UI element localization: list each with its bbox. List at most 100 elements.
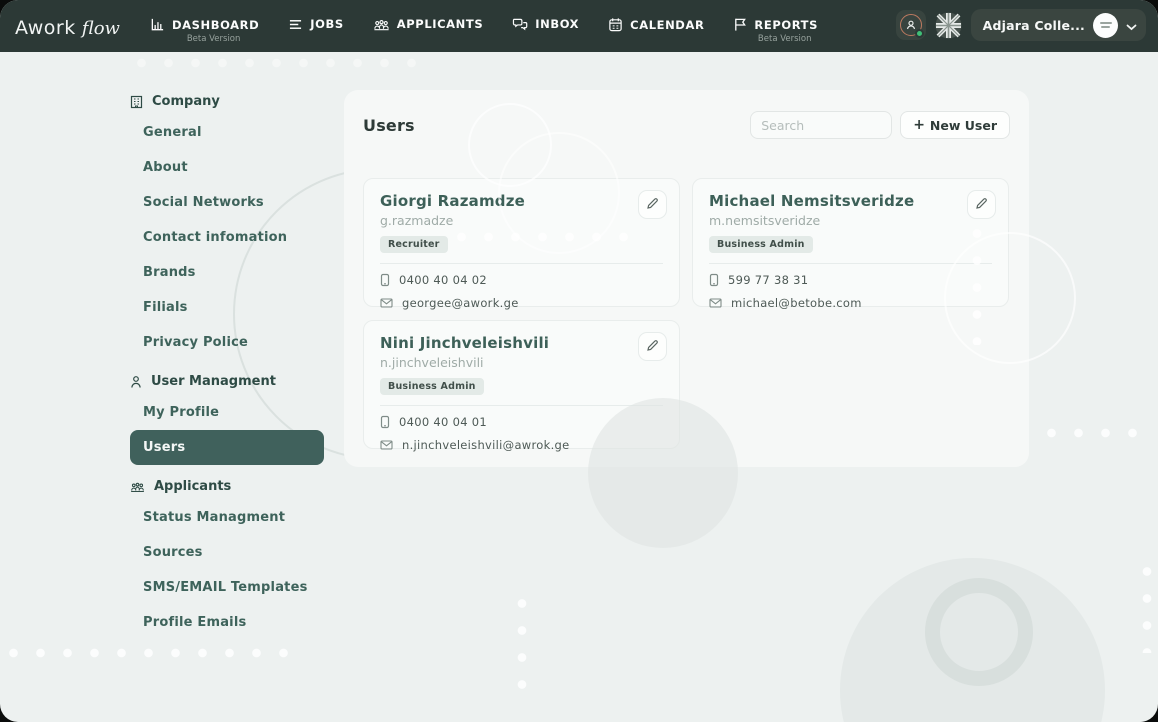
top-nav: DASHBOARD Beta Version JOBS APPLICAN	[150, 0, 847, 44]
user-card: Giorgi Razamdze g.razmadze Recruiter 040…	[363, 178, 680, 307]
envelope-icon	[380, 440, 393, 450]
sidebar-item-users[interactable]: Users	[130, 430, 324, 465]
page-title: Users	[363, 116, 750, 135]
group-icon	[130, 480, 145, 493]
sidebar-section-title: User Managment	[151, 374, 276, 389]
decorative-dots	[1038, 428, 1153, 438]
email-row: michael@betobe.com	[709, 296, 992, 310]
flag-icon	[733, 17, 747, 32]
new-user-button[interactable]: + New User	[900, 111, 1010, 139]
phone-row: 0400 40 04 01	[380, 415, 663, 429]
logo-script-text: flow	[82, 18, 120, 39]
nav-inbox[interactable]: INBOX	[512, 17, 579, 44]
user-card: Nini Jinchveleishvili n.jinchveleishvili…	[363, 320, 680, 449]
account-logo-avatar	[1093, 13, 1118, 38]
chevron-down-icon	[1126, 16, 1137, 35]
nav-label: DASHBOARD	[172, 18, 259, 32]
sidebar-section-applicants: Applicants	[130, 479, 324, 494]
nav-jobs[interactable]: JOBS	[288, 17, 344, 44]
user-name: Michael Nemsitsveridze	[709, 192, 992, 210]
sidebar-item-privacy-police[interactable]: Privacy Police	[130, 325, 324, 360]
sidebar-section-title: Applicants	[154, 479, 231, 494]
user-email: n.jinchveleishvili@awrok.ge	[402, 438, 570, 452]
profile-status-button[interactable]	[896, 10, 926, 40]
sidebar-section-user-managment: User Managment	[130, 374, 324, 389]
online-status-dot	[915, 29, 924, 38]
person-icon	[130, 375, 142, 389]
user-phone: 0400 40 04 01	[399, 415, 487, 429]
mobile-phone-icon	[709, 273, 719, 287]
email-row: georgee@awork.ge	[380, 296, 663, 310]
nav-label: JOBS	[310, 17, 344, 31]
decorative-dots	[1142, 558, 1152, 653]
nav-label: APPLICANTS	[397, 17, 483, 31]
user-email: georgee@awork.ge	[402, 296, 519, 310]
divider	[709, 263, 992, 264]
nav-label: INBOX	[535, 17, 579, 31]
settings-sidebar: Company General About Social Networks Co…	[130, 80, 324, 640]
role-badge: Business Admin	[380, 378, 484, 395]
role-badge: Recruiter	[380, 236, 448, 253]
nav-calendar[interactable]: CALENDAR	[608, 17, 704, 44]
phone-row: 0400 40 04 02	[380, 273, 663, 287]
chat-icon	[512, 17, 528, 31]
edit-user-button[interactable]	[638, 190, 667, 219]
user-name: Nini Jinchveleishvili	[380, 334, 663, 352]
top-bar: Awork flow DASHBOARD Beta Version JO	[0, 0, 1158, 52]
sidebar-item-sources[interactable]: Sources	[130, 535, 324, 570]
language-flag-icon[interactable]	[935, 12, 962, 39]
user-username: m.nemsitsveridze	[709, 213, 992, 228]
pencil-icon	[975, 195, 988, 214]
decorative-ring	[925, 578, 1033, 686]
sidebar-item-my-profile[interactable]: My Profile	[130, 395, 324, 430]
users-panel: Users + New User Giorgi Razamdze g.razma…	[344, 90, 1029, 467]
user-name: Giorgi Razamdze	[380, 192, 663, 210]
decorative-dots	[128, 58, 428, 68]
envelope-icon	[709, 298, 722, 308]
nav-reports[interactable]: REPORTS Beta Version	[733, 17, 818, 44]
list-icon	[288, 18, 303, 31]
nav-applicants[interactable]: APPLICANTS	[373, 17, 483, 44]
decorative-dots	[0, 648, 295, 658]
sidebar-section-title: Company	[152, 94, 220, 109]
sidebar-item-sms-email-templates[interactable]: SMS/EMAIL Templates	[130, 570, 324, 605]
sidebar-item-contact-infomation[interactable]: Contact infomation	[130, 220, 324, 255]
search-input[interactable]	[750, 111, 892, 139]
building-icon	[130, 95, 143, 109]
edit-user-button[interactable]	[638, 332, 667, 361]
envelope-icon	[380, 298, 393, 308]
plus-icon: +	[913, 118, 925, 132]
app-logo[interactable]: Awork flow	[0, 0, 120, 39]
header-right-cluster: Adjara Colle...	[896, 9, 1146, 41]
sidebar-item-filials[interactable]: Filials	[130, 290, 324, 325]
nav-label: CALENDAR	[630, 18, 704, 32]
email-row: n.jinchveleishvili@awrok.ge	[380, 438, 663, 452]
user-username: g.razmadze	[380, 213, 663, 228]
sidebar-item-about[interactable]: About	[130, 150, 324, 185]
sidebar-section-company: Company	[130, 94, 324, 109]
beta-version-label: Beta Version	[740, 34, 812, 44]
sidebar-item-general[interactable]: General	[130, 115, 324, 150]
beta-version-label: Beta Version	[169, 34, 241, 44]
sidebar-item-social-networks[interactable]: Social Networks	[130, 185, 324, 220]
decorative-blob	[840, 558, 1105, 722]
sidebar-item-brands[interactable]: Brands	[130, 255, 324, 290]
mobile-phone-icon	[380, 415, 390, 429]
users-panel-header: Users + New User	[344, 90, 1029, 139]
decorative-dots	[517, 590, 527, 705]
edit-user-button[interactable]	[967, 190, 996, 219]
divider	[380, 263, 663, 264]
user-email: michael@betobe.com	[731, 296, 862, 310]
pencil-icon	[646, 337, 659, 356]
logo-text: Awork	[15, 17, 76, 39]
account-menu[interactable]: Adjara Colle...	[971, 9, 1146, 41]
mobile-phone-icon	[380, 273, 390, 287]
user-username: n.jinchveleishvili	[380, 355, 663, 370]
sidebar-item-status-managment[interactable]: Status Managment	[130, 500, 324, 535]
divider	[380, 405, 663, 406]
sidebar-item-profile-emails[interactable]: Profile Emails	[130, 605, 324, 640]
people-icon	[373, 17, 390, 31]
nav-dashboard[interactable]: DASHBOARD Beta Version	[150, 17, 259, 44]
phone-row: 599 77 38 31	[709, 273, 992, 287]
user-phone: 0400 40 04 02	[399, 273, 487, 287]
